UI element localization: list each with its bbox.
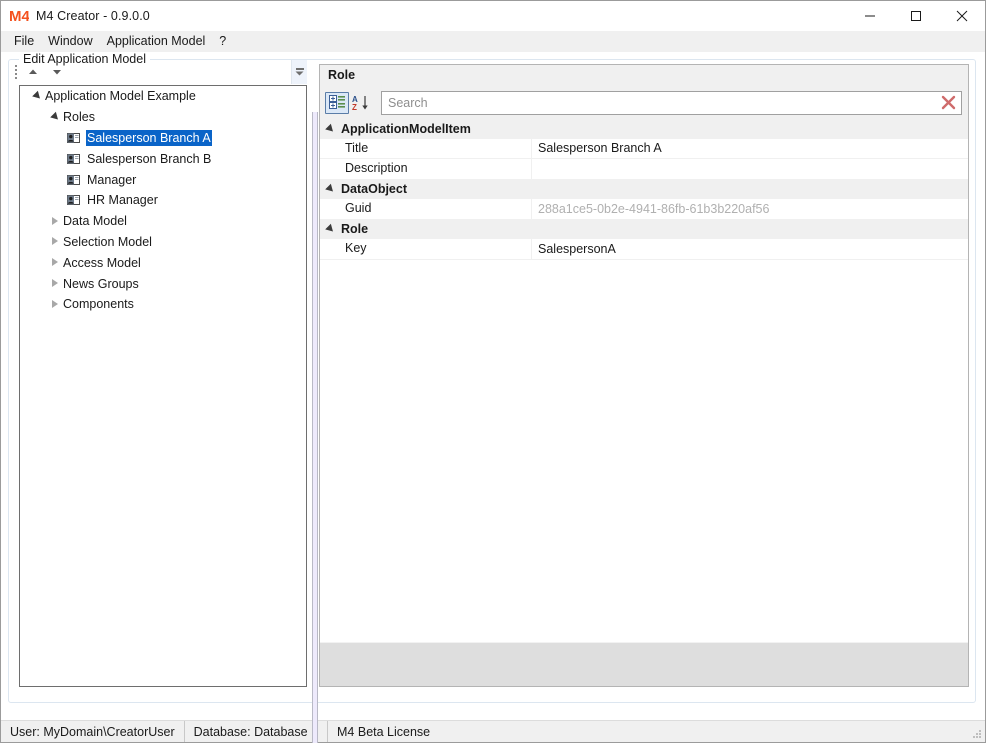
svg-text:M4: M4 <box>9 8 29 25</box>
application-model-tree[interactable]: Application Model Example Roles Salesper… <box>19 85 307 687</box>
status-license: M4 Beta License <box>337 724 431 739</box>
tree-node-label: Roles <box>63 110 95 125</box>
toolbar-overflow-button[interactable] <box>291 59 307 84</box>
close-button[interactable] <box>939 1 985 31</box>
tree-node-news-groups[interactable]: News Groups <box>20 273 306 294</box>
tree-node-components[interactable]: Components <box>20 294 306 315</box>
tree-node-roles[interactable]: Roles <box>20 107 306 128</box>
tree-node-access-model[interactable]: Access Model <box>20 252 306 273</box>
property-value[interactable]: Salesperson Branch A <box>532 138 968 159</box>
expander-closed-icon[interactable] <box>48 214 62 228</box>
title-bar: M4 M4 Creator - 0.9.0.0 <box>1 1 985 31</box>
property-search-box[interactable] <box>381 90 962 115</box>
property-category-applicationmodelitem[interactable]: ApplicationModelItem <box>320 119 968 139</box>
menu-item-file[interactable]: File <box>7 31 41 51</box>
window-title: M4 Creator - 0.9.0.0 <box>36 8 150 23</box>
move-up-button[interactable] <box>22 62 44 82</box>
tree-node-label: Salesperson Branch A <box>86 129 212 146</box>
property-name: Title <box>320 138 532 159</box>
tree-node-salesperson-branch-b[interactable]: Salesperson Branch B <box>20 148 306 169</box>
alphabetical-sort-icon[interactable]: A Z <box>349 91 375 115</box>
property-name: Key <box>320 238 532 259</box>
m4-logo-icon: M4 <box>8 6 30 26</box>
property-grid-header: Role <box>320 65 968 86</box>
menu-item-application-model[interactable]: Application Model <box>100 31 213 51</box>
tree-pane: Application Model Example Roles Salesper… <box>5 59 307 687</box>
property-grid-toolbar: A Z <box>320 86 968 119</box>
menu-item-help[interactable]: ? <box>212 31 233 51</box>
property-row-guid[interactable]: Guid 288a1ce5-0b2e-4941-86fb-61b3b220af5… <box>320 198 968 220</box>
property-grid-pane: Role A Z Search ApplicationModelItem Tit… <box>319 64 969 687</box>
tree-node-manager[interactable]: Manager <box>20 169 306 190</box>
expander-closed-icon[interactable] <box>48 297 62 311</box>
status-database: Database: Database 1 <box>185 721 329 742</box>
role-icon <box>66 151 82 167</box>
tree-node-label: HR Manager <box>87 193 158 208</box>
tree-toolbar <box>5 59 307 84</box>
clear-search-icon[interactable] <box>935 92 961 114</box>
expander-closed-icon[interactable] <box>48 235 62 249</box>
property-value[interactable]: SalespersonA <box>532 239 968 260</box>
role-icon <box>66 192 82 208</box>
property-grid[interactable]: ApplicationModelItem Title Salesperson B… <box>320 119 968 642</box>
search-input[interactable] <box>382 91 935 114</box>
menu-item-window[interactable]: Window <box>41 31 99 51</box>
tree-node-label: Data Model <box>63 214 127 229</box>
property-value[interactable] <box>532 159 968 180</box>
property-row-title[interactable]: Title Salesperson Branch A <box>320 138 968 159</box>
category-label: Role <box>341 222 369 237</box>
expander-open-icon[interactable] <box>30 89 44 103</box>
property-grid-description-panel <box>320 642 968 686</box>
expander-open-icon[interactable] <box>325 123 341 135</box>
tree-node-label: Salesperson Branch B <box>87 151 212 166</box>
tree-node-label: Selection Model <box>63 234 152 249</box>
status-bar: User: MyDomain\CreatorUser Database: Dat… <box>1 720 985 742</box>
app-window: M4 M4 Creator - 0.9.0.0 File Window Appl… <box>0 0 986 743</box>
expander-open-icon[interactable] <box>48 110 62 124</box>
property-name: Guid <box>320 198 532 219</box>
role-icon <box>66 130 82 146</box>
expander-closed-icon[interactable] <box>48 256 62 270</box>
toolbar-grip[interactable] <box>11 63 20 81</box>
pane-splitter[interactable] <box>312 112 318 743</box>
property-row-key[interactable]: Key SalespersonA <box>320 238 968 260</box>
categorized-view-icon[interactable] <box>325 91 349 114</box>
role-icon <box>66 172 82 188</box>
main-content: Edit Application Model Application Model… <box>1 52 985 743</box>
category-label: DataObject <box>341 182 407 197</box>
expander-open-icon[interactable] <box>325 183 341 195</box>
tree-node-label: Components <box>63 297 134 312</box>
tree-node-selection-model[interactable]: Selection Model <box>20 232 306 253</box>
menu-bar: File Window Application Model ? <box>1 31 985 52</box>
property-row-description[interactable]: Description <box>320 158 968 180</box>
tree-node-label: Manager <box>87 172 137 187</box>
move-down-button[interactable] <box>46 62 68 82</box>
property-value: 288a1ce5-0b2e-4941-86fb-61b3b220af56 <box>538 201 770 216</box>
tree-node-application-model-example[interactable]: Application Model Example <box>20 86 306 107</box>
tree-node-hr-manager[interactable]: HR Manager <box>20 190 306 211</box>
expander-open-icon[interactable] <box>325 223 341 235</box>
resize-grip-icon[interactable] <box>969 721 985 742</box>
status-user: User: MyDomain\CreatorUser <box>1 721 185 742</box>
svg-text:Z: Z <box>352 103 357 111</box>
tree-node-label: Access Model <box>63 255 141 270</box>
category-label: ApplicationModelItem <box>341 121 471 136</box>
property-category-dataobject[interactable]: DataObject <box>320 179 968 199</box>
tree-node-salesperson-branch-a[interactable]: Salesperson Branch A <box>20 128 306 149</box>
tree-node-label: Application Model Example <box>45 89 196 104</box>
tree-node-data-model[interactable]: Data Model <box>20 211 306 232</box>
window-controls <box>847 1 985 31</box>
expander-closed-icon[interactable] <box>48 277 62 291</box>
tree-node-label: News Groups <box>63 276 139 291</box>
minimize-button[interactable] <box>847 1 893 31</box>
maximize-button[interactable] <box>893 1 939 31</box>
property-category-role[interactable]: Role <box>320 219 968 239</box>
property-name: Description <box>320 158 532 179</box>
